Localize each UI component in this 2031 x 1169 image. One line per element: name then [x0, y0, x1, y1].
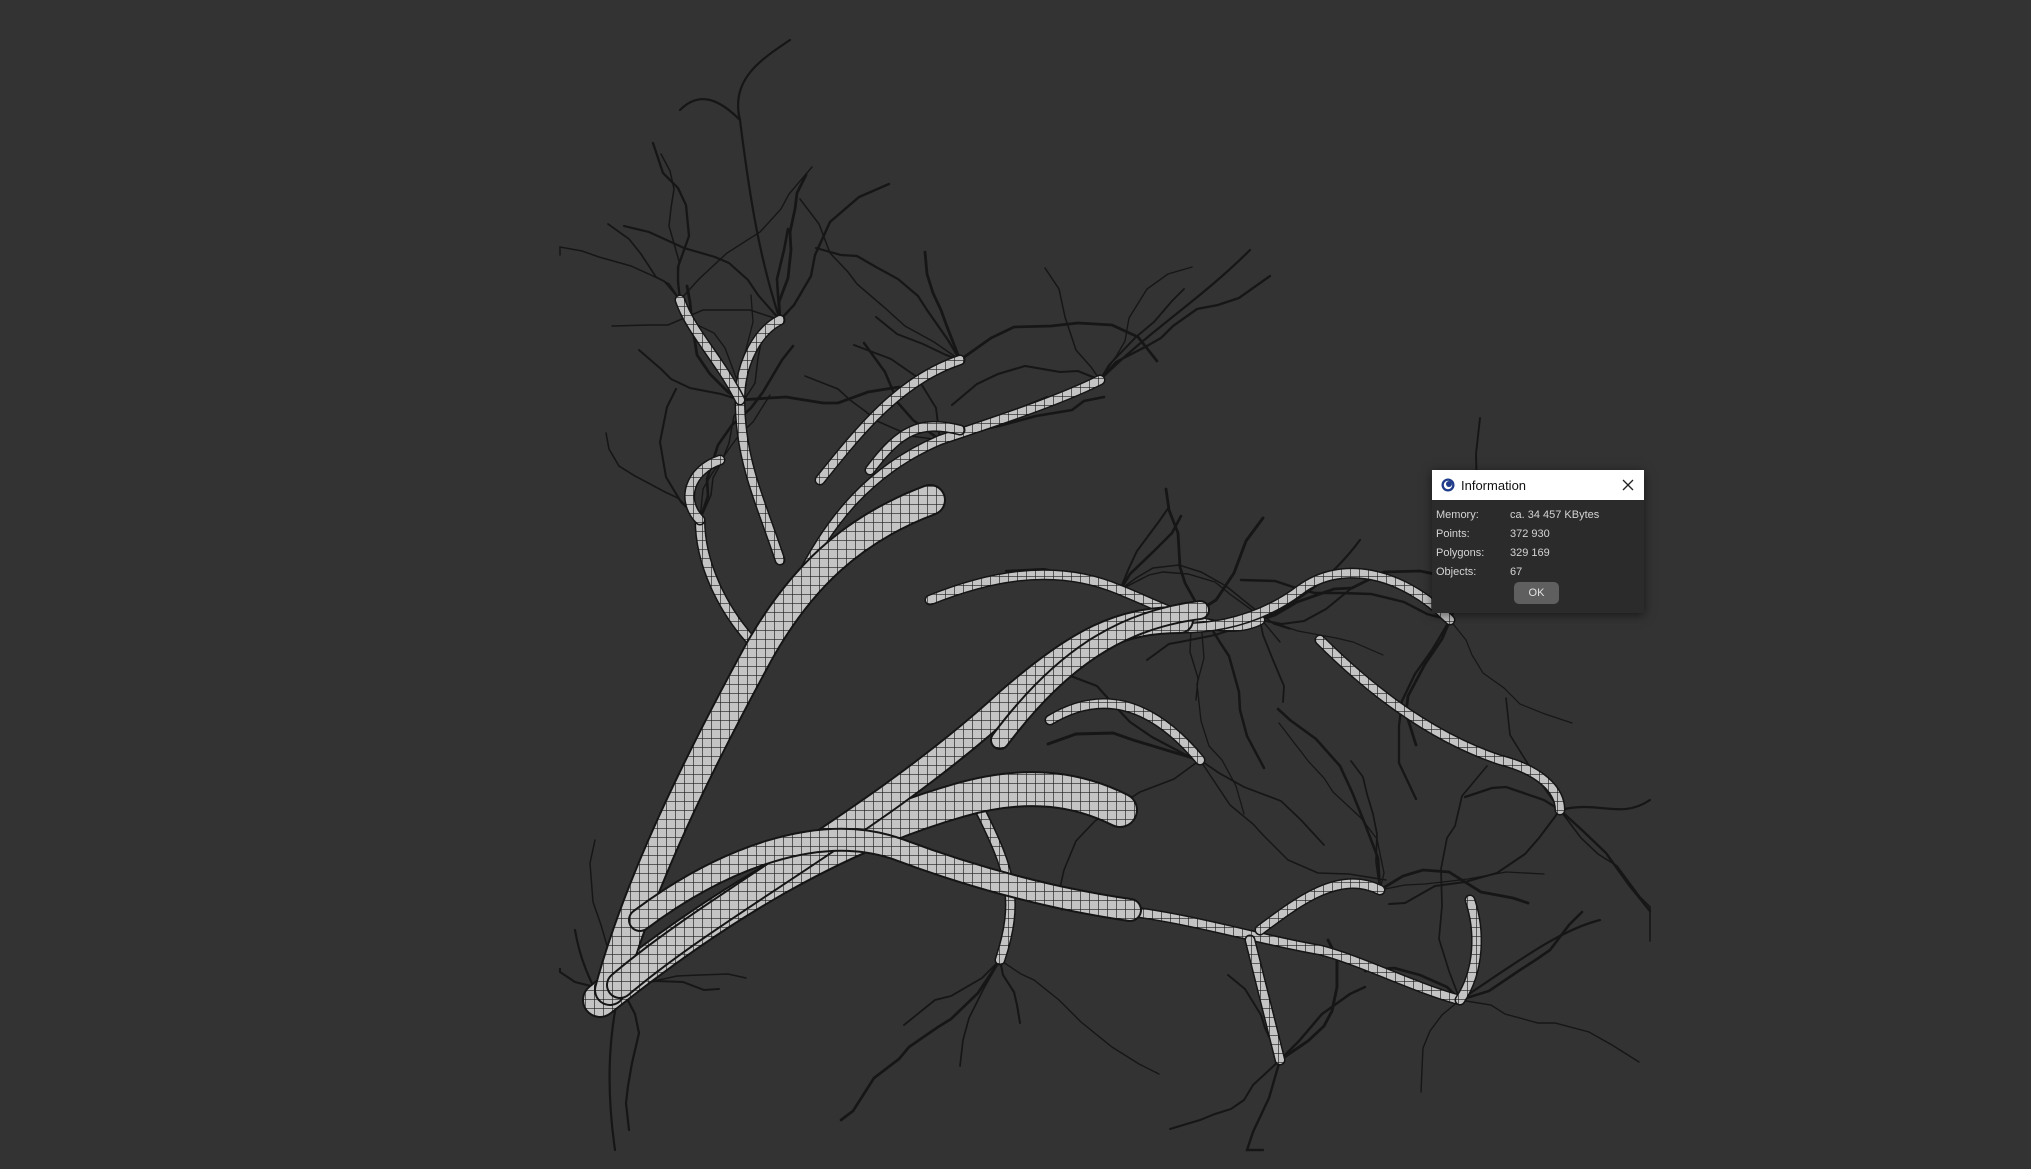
- twig: [799, 198, 961, 361]
- tendril: [1098, 248, 1252, 382]
- twig: [1378, 868, 1530, 905]
- twig: [777, 173, 808, 322]
- ok-button[interactable]: OK: [1514, 582, 1559, 604]
- polygons-label: Polygons:: [1436, 546, 1485, 559]
- twig: [1449, 619, 1573, 724]
- polygons-row: Polygons: 329 169: [1436, 543, 1644, 562]
- points-row: Points: 372 930: [1436, 524, 1644, 543]
- twig: [1558, 808, 1652, 913]
- twig: [1459, 999, 1640, 1063]
- branch-mesh: [735, 316, 784, 564]
- objects-label: Objects:: [1436, 565, 1477, 578]
- branch-mesh: [1246, 936, 1284, 1064]
- branch-mesh: [676, 296, 744, 404]
- dialog-body: Memory: ca. 34 457 KBytes Points: 372 93…: [1432, 500, 1644, 581]
- points-value: 372 930: [1510, 527, 1550, 540]
- twig: [1245, 1058, 1282, 1152]
- twig: [1388, 809, 1561, 905]
- close-button[interactable]: [1618, 475, 1638, 495]
- twig: [559, 246, 681, 301]
- polygons-value: 329 169: [1510, 546, 1550, 559]
- twig: [1278, 985, 1367, 1062]
- twig: [1278, 722, 1385, 891]
- twig: [959, 959, 1001, 1067]
- twig: [1420, 999, 1461, 1093]
- branch-outline: [1314, 634, 1566, 816]
- twig: [679, 166, 813, 301]
- twig: [651, 141, 691, 302]
- twig: [1164, 487, 1202, 612]
- twig: [998, 958, 1022, 1025]
- tendril: [678, 98, 742, 122]
- objects-row: Objects: 67: [1436, 562, 1644, 581]
- memory-value: ca. 34 457 KBytes: [1510, 508, 1600, 521]
- memory-label: Memory:: [1436, 508, 1479, 521]
- root-tree-mesh: [558, 38, 1652, 1152]
- dialog-title: Information: [1461, 477, 1527, 493]
- branch-mesh: [1316, 636, 1564, 814]
- objects-value: 67: [1510, 565, 1523, 578]
- twig: [1169, 1059, 1281, 1130]
- points-label: Points:: [1436, 527, 1470, 540]
- twig: [1098, 274, 1272, 382]
- twig: [999, 959, 1160, 1075]
- close-icon: [1622, 479, 1634, 491]
- dialog-titlebar[interactable]: Information: [1432, 470, 1644, 500]
- information-dialog: Information Memory: ca. 34 457 KBytes Po…: [1432, 470, 1644, 613]
- twig: [1199, 759, 1325, 846]
- tendril: [1558, 798, 1652, 812]
- twig: [1198, 608, 1266, 770]
- twig: [839, 958, 1002, 1122]
- cinema4d-icon: [1441, 478, 1455, 492]
- twig: [923, 250, 962, 362]
- twig: [618, 983, 641, 1132]
- twig: [1118, 514, 1183, 592]
- memory-row: Memory: ca. 34 457 KBytes: [1436, 505, 1644, 524]
- branch-outline: [694, 514, 766, 656]
- 3d-viewport[interactable]: [0, 0, 2031, 1169]
- twig: [903, 959, 1001, 1026]
